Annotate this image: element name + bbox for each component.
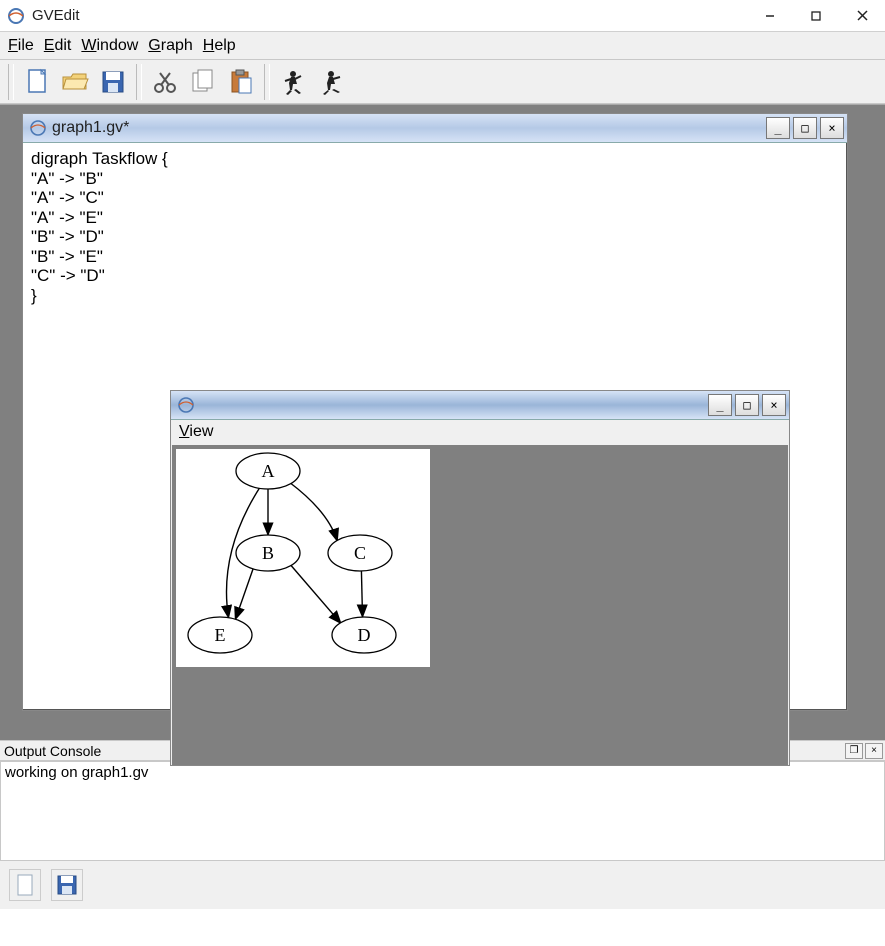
bottom-toolbar bbox=[0, 861, 885, 909]
save-file-button[interactable] bbox=[95, 64, 131, 100]
graphviz-icon bbox=[175, 394, 197, 416]
console-output: working on graph1.gv bbox=[0, 761, 885, 861]
run-button[interactable] bbox=[275, 64, 311, 100]
app-title: GVEdit bbox=[32, 7, 747, 24]
svg-text:A: A bbox=[262, 461, 275, 481]
mdi-workspace: graph1.gv* _ □ × digraph Taskflow { "A" … bbox=[0, 104, 885, 740]
open-file-button[interactable] bbox=[57, 64, 93, 100]
editor-textarea[interactable]: digraph Taskflow { "A" -> "B" "A" -> "C"… bbox=[23, 143, 847, 311]
app-icon bbox=[6, 6, 26, 26]
window-titlebar: GVEdit bbox=[0, 0, 885, 32]
svg-text:E: E bbox=[215, 625, 226, 645]
preview-menubar: View bbox=[171, 420, 789, 444]
preview-canvas-area: A B C E D bbox=[172, 445, 788, 765]
editor-maximize-button[interactable]: □ bbox=[793, 117, 817, 139]
menu-help[interactable]: Help bbox=[203, 37, 236, 55]
close-button[interactable] bbox=[839, 0, 885, 32]
console-close-button[interactable]: × bbox=[865, 743, 883, 759]
main-toolbar bbox=[0, 60, 885, 104]
svg-text:C: C bbox=[354, 543, 366, 563]
console-line: working on graph1.gv bbox=[5, 764, 880, 781]
svg-text:B: B bbox=[262, 543, 274, 563]
editor-minimize-button[interactable]: _ bbox=[766, 117, 790, 139]
run-layout-button[interactable] bbox=[313, 64, 349, 100]
preview-titlebar[interactable]: _ □ × bbox=[171, 391, 789, 420]
preview-close-button[interactable]: × bbox=[762, 394, 786, 416]
menubar: FFileile Edit Window Graph Help bbox=[0, 32, 885, 60]
console-undock-button[interactable]: ❐ bbox=[845, 743, 863, 759]
editor-close-button[interactable]: × bbox=[820, 117, 844, 139]
menu-edit[interactable]: Edit bbox=[44, 37, 72, 55]
cut-button[interactable] bbox=[147, 64, 183, 100]
console-save-button[interactable] bbox=[51, 869, 83, 901]
paste-button[interactable] bbox=[223, 64, 259, 100]
preview-minimize-button[interactable]: _ bbox=[708, 394, 732, 416]
menu-file[interactable]: FFileile bbox=[8, 37, 34, 55]
copy-button[interactable] bbox=[185, 64, 221, 100]
svg-text:D: D bbox=[358, 625, 371, 645]
graph-render: A B C E D bbox=[176, 449, 430, 667]
editor-titlebar[interactable]: graph1.gv* _ □ × bbox=[23, 114, 847, 143]
minimize-button[interactable] bbox=[747, 0, 793, 32]
editor-title: graph1.gv* bbox=[52, 119, 766, 137]
preview-maximize-button[interactable]: □ bbox=[735, 394, 759, 416]
graphviz-icon bbox=[27, 117, 49, 139]
menu-window[interactable]: Window bbox=[81, 37, 138, 55]
preview-window: _ □ × View A B C E D bbox=[170, 390, 790, 766]
preview-menu-view[interactable]: View bbox=[179, 423, 213, 441]
new-file-button[interactable] bbox=[19, 64, 55, 100]
console-new-button[interactable] bbox=[9, 869, 41, 901]
maximize-button[interactable] bbox=[793, 0, 839, 32]
menu-graph[interactable]: Graph bbox=[148, 37, 192, 55]
